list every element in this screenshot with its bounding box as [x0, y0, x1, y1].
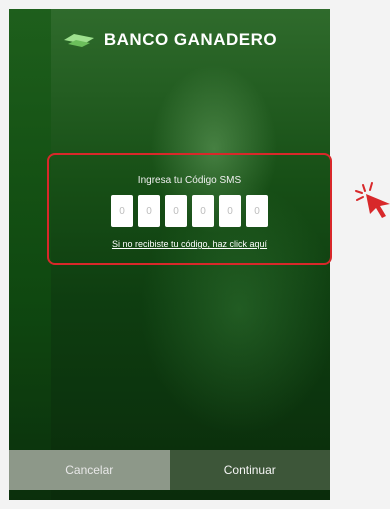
sms-code-panel: Ingresa tu Código SMS Si no recibiste tu…: [47, 153, 332, 265]
sms-digit-3[interactable]: [165, 195, 187, 227]
sms-digit-2[interactable]: [138, 195, 160, 227]
sms-title: Ingresa tu Código SMS: [137, 175, 242, 186]
sms-digit-5[interactable]: [219, 195, 241, 227]
action-bar: Cancelar Continuar: [9, 450, 330, 490]
resend-code-link[interactable]: Si no recibiste tu código, haz click aqu…: [49, 239, 330, 249]
header-logo: BANCO GANADERO: [9, 25, 330, 55]
sms-digit-4[interactable]: [192, 195, 214, 227]
click-pointer-icon: [355, 182, 390, 218]
brand-name: BANCO GANADERO: [103, 30, 278, 49]
brand-logo-icon: [63, 34, 94, 47]
sms-code-inputs: [49, 195, 330, 227]
continue-button[interactable]: Continuar: [169, 450, 330, 490]
sms-digit-1[interactable]: [111, 195, 133, 227]
background-left-strip: [9, 9, 51, 500]
cancel-button[interactable]: Cancelar: [9, 450, 170, 490]
sms-digit-6[interactable]: [246, 195, 268, 227]
